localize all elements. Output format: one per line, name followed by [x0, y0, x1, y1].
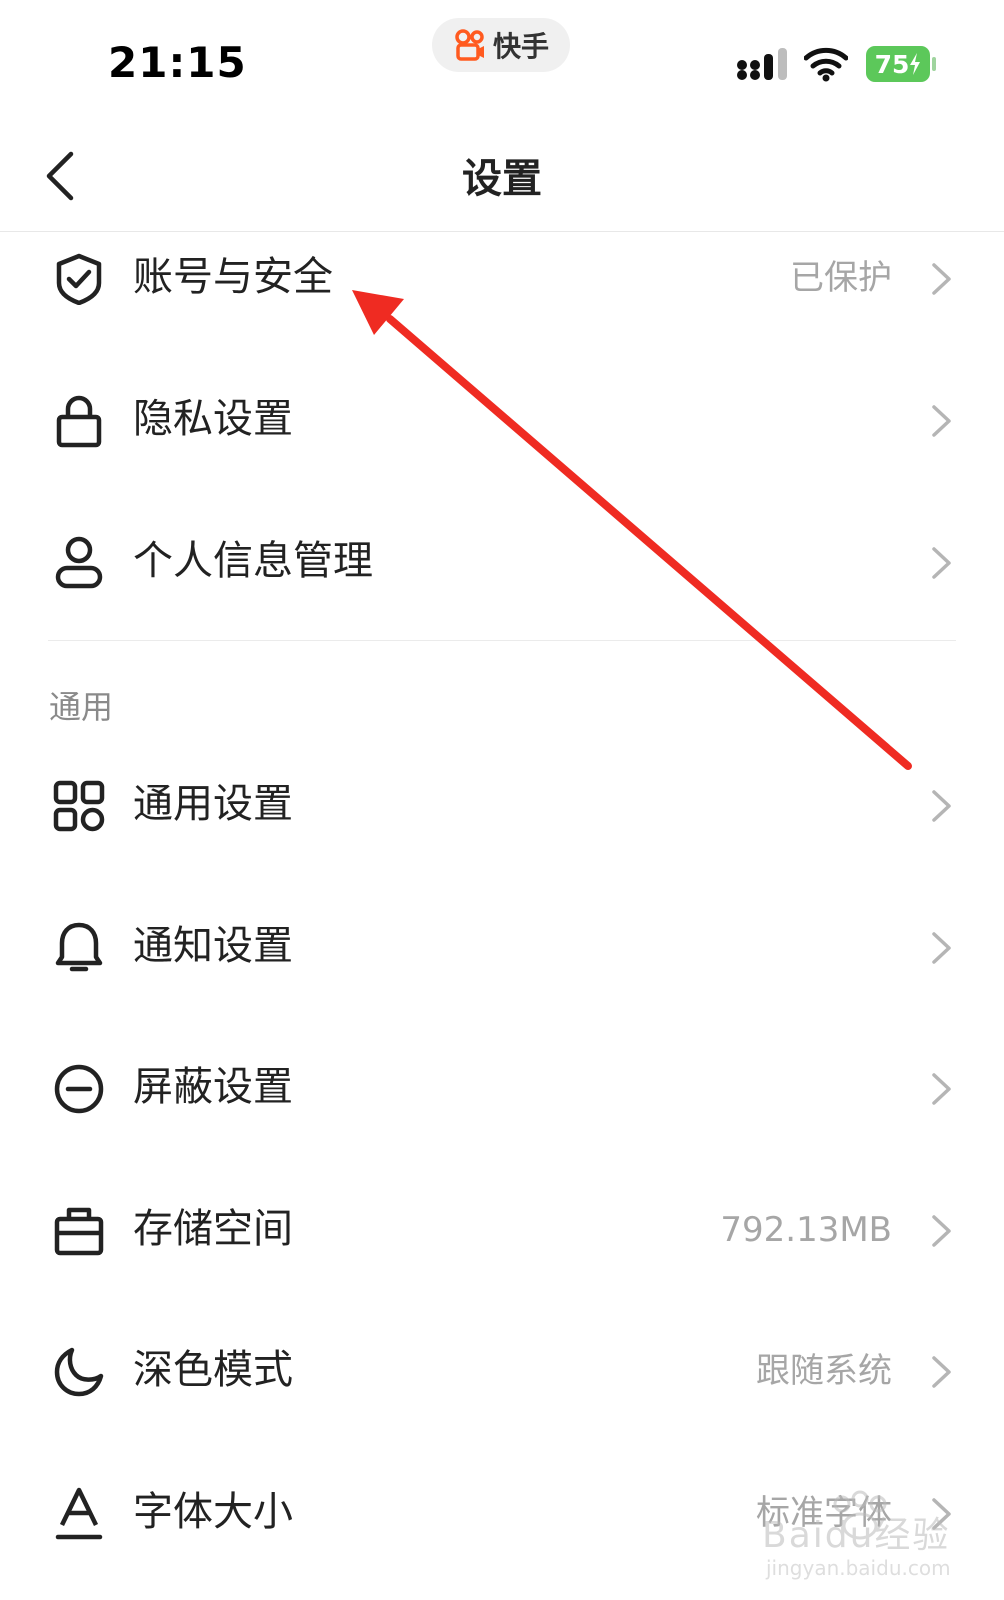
section-divider: [48, 640, 956, 641]
settings-item-label: 账号与安全: [133, 254, 333, 300]
lock-icon: [56, 395, 102, 448]
grid-icon: [53, 780, 105, 832]
settings-item-account-security[interactable]: 账号与安全 已保护: [0, 205, 1004, 349]
settings-item-value: 792.13MB: [720, 1210, 892, 1250]
app-pill-label: 快手: [492, 30, 549, 63]
watermark-sub: jingyan.baidu.com: [766, 1556, 951, 1580]
chevron-right-icon: [932, 790, 951, 822]
page-title: 设置: [462, 156, 542, 202]
settings-item-label: 个人信息管理: [133, 538, 373, 584]
storage-box-icon: [54, 1207, 104, 1256]
settings-item-notifications[interactable]: 通知设置: [0, 874, 1004, 1018]
settings-item-value: 跟随系统: [756, 1351, 892, 1391]
font-size-icon: [55, 1487, 103, 1540]
settings-item-general[interactable]: 通用设置: [0, 732, 1004, 876]
battery-cap: [932, 57, 936, 71]
settings-item-label: 隐私设置: [133, 396, 293, 442]
chevron-right-icon: [932, 1356, 951, 1388]
block-icon: [54, 1064, 104, 1114]
settings-item-personal-info[interactable]: 个人信息管理: [0, 489, 1004, 633]
settings-item-privacy[interactable]: 隐私设置: [0, 347, 1004, 491]
wifi-icon: [804, 47, 848, 82]
chevron-right-icon: [932, 1073, 951, 1105]
status-bar: 21:15 快手 75: [0, 0, 1004, 120]
bell-icon: [55, 922, 103, 972]
settings-item-label: 通知设置: [133, 923, 293, 969]
settings-item-value: 已保护: [790, 258, 892, 298]
settings-item-label: 存储空间: [133, 1206, 293, 1252]
watermark-text: Baidu经验: [762, 1515, 951, 1556]
status-time: 21:15: [108, 38, 247, 87]
chevron-right-icon: [932, 547, 951, 579]
settings-item-dark-mode[interactable]: 深色模式 跟随系统: [0, 1298, 1004, 1442]
chevron-right-icon: [932, 263, 951, 295]
cellular-signal-icon: [737, 48, 787, 80]
section-header-general: 通用: [49, 688, 114, 726]
chevron-right-icon: [932, 405, 951, 437]
battery-indicator: 75: [866, 46, 936, 82]
settings-item-label: 字体大小: [133, 1489, 293, 1535]
user-icon: [55, 536, 103, 589]
chevron-right-icon: [932, 932, 951, 964]
battery-percent: 75: [874, 49, 910, 79]
watermark: Baidu经验 jingyan.baidu.com: [762, 1490, 962, 1590]
kuaishou-logo-icon: [455, 29, 484, 61]
settings-item-block[interactable]: 屏蔽设置: [0, 1015, 1004, 1159]
shield-check-icon: [56, 253, 102, 305]
settings-item-label: 屏蔽设置: [133, 1064, 293, 1110]
settings-screen: 21:15 快手 75 设置 账号与安全 已保护 隐私设置 个人信息管理 通用 …: [0, 0, 1004, 1600]
charging-bolt-icon: [910, 53, 921, 75]
chevron-right-icon: [932, 1215, 951, 1247]
app-return-pill[interactable]: 快手: [432, 18, 570, 72]
moon-icon: [54, 1347, 104, 1397]
settings-item-storage[interactable]: 存储空间 792.13MB: [0, 1157, 1004, 1301]
settings-item-label: 通用设置: [133, 781, 293, 827]
battery-level: 75: [866, 46, 930, 82]
settings-item-label: 深色模式: [133, 1347, 293, 1393]
